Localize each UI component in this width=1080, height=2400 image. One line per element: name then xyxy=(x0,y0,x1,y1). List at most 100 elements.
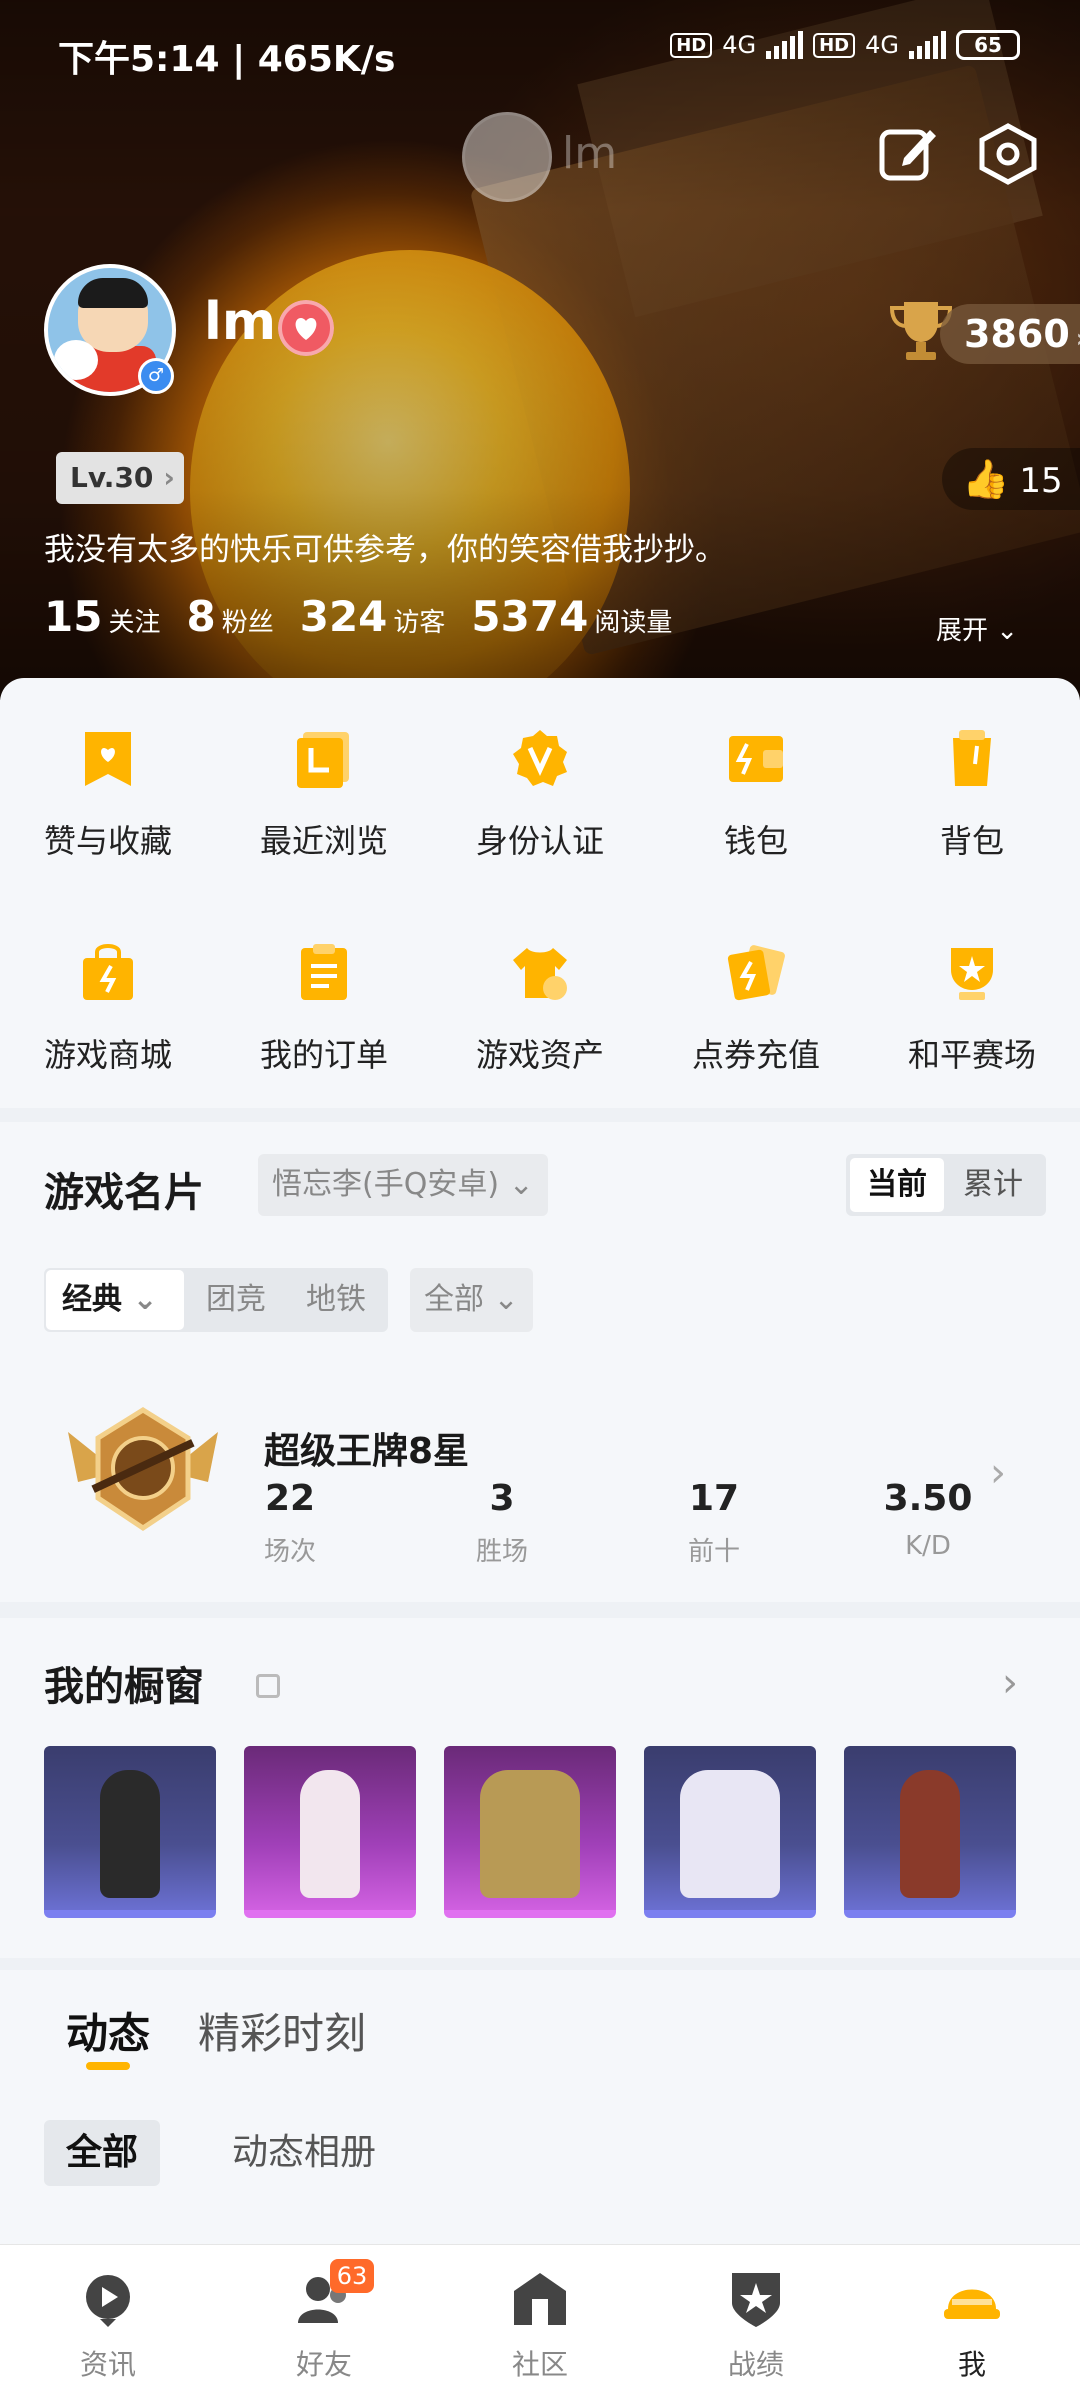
chevron-right-icon: › xyxy=(1076,324,1080,354)
showcase-title: 我的橱窗 xyxy=(44,1664,204,1710)
showcase-section: 我的橱窗 › xyxy=(0,1618,1080,1958)
chevron-right-icon[interactable]: › xyxy=(1002,1660,1018,1706)
male-gender-icon: ♂ xyxy=(138,358,174,394)
following-label[interactable]: 关注 xyxy=(108,602,160,639)
stat-top10: 17 前十 xyxy=(687,1478,740,1567)
stat-wins: 3 胜场 xyxy=(475,1478,528,1567)
edit-icon[interactable] xyxy=(876,122,940,186)
tab-community[interactable]: 社区 xyxy=(432,2269,648,2383)
tab-highlights[interactable]: 精彩时刻 xyxy=(198,2000,366,2061)
feed-section: 动态 精彩时刻 全部 动态相册 xyxy=(0,1970,1080,2246)
game-card-section: 游戏名片 悟忘李(手Q安卓) ⌄ 当前 累计 经典 ⌄ 团竞 地铁 全部 ⌄ 超… xyxy=(0,1122,1080,1602)
outfit-icon xyxy=(513,948,567,1000)
following-count[interactable]: 15 xyxy=(44,592,102,641)
chip-all[interactable]: 全部 xyxy=(44,2120,161,2186)
chevron-down-icon: ⌄ xyxy=(996,616,1019,646)
menu-wallet[interactable]: 钱包 xyxy=(648,728,864,862)
menu-recent-views[interactable]: 最近浏览 xyxy=(216,728,432,862)
header-mini-avatar xyxy=(462,112,552,202)
tab-records[interactable]: 战绩 xyxy=(648,2269,864,2383)
thumbs-up-icon: 👍 xyxy=(962,457,1010,501)
chevron-down-icon: ⌄ xyxy=(508,1167,534,1202)
mode-metro[interactable]: 地铁 xyxy=(306,1270,366,1330)
record-shield-icon xyxy=(732,2273,780,2327)
arena-cup-icon xyxy=(951,948,993,1000)
showcase-item[interactable] xyxy=(44,1746,216,1918)
scope-dropdown[interactable]: 全部 ⌄ xyxy=(410,1268,533,1332)
stats-period-toggle: 当前 累计 xyxy=(846,1154,1046,1216)
chip-album[interactable]: 动态相册 xyxy=(210,2120,398,2186)
visitors-count[interactable]: 324 xyxy=(300,592,388,641)
menu-likes-favorites[interactable]: 赞与收藏 xyxy=(0,728,216,862)
menu-my-orders[interactable]: 我的订单 xyxy=(216,942,432,1076)
chevron-right-icon: › xyxy=(163,461,175,494)
mode-selector: 经典 ⌄ 团竞 地铁 xyxy=(44,1268,388,1332)
expand-button[interactable]: 展开 ⌄ xyxy=(936,610,1018,647)
showcase-item[interactable] xyxy=(844,1746,1016,1918)
menu-identity-verify[interactable]: 身份认证 xyxy=(432,728,648,862)
followers-count[interactable]: 8 xyxy=(186,592,215,641)
stat-matches: 22 场次 xyxy=(263,1478,316,1567)
visitors-label[interactable]: 访客 xyxy=(393,602,445,639)
network-type: 4G xyxy=(722,31,757,59)
mode-classic[interactable]: 经典 ⌄ xyxy=(46,1270,184,1330)
community-house-icon xyxy=(514,2273,566,2325)
tab-friends[interactable]: 好友 xyxy=(216,2269,432,2383)
status-icons: HD 4G HD 4G 65 xyxy=(670,30,1020,60)
coupon-icon xyxy=(727,945,785,1001)
chevron-down-icon: ⌄ xyxy=(132,1282,158,1317)
hd-icon: HD xyxy=(813,32,856,58)
stat-kd: 3.50 K/D xyxy=(883,1478,973,1561)
tab-current[interactable]: 当前 xyxy=(850,1158,944,1212)
wallet-icon xyxy=(729,736,783,782)
menu-coupon-recharge[interactable]: 点券充值 xyxy=(648,942,864,1076)
settings-hexagon-icon[interactable] xyxy=(976,122,1040,186)
helmet-icon xyxy=(944,2289,1000,2319)
backpack-icon xyxy=(953,730,991,786)
showcase-item[interactable] xyxy=(644,1746,816,1918)
menu-game-store[interactable]: 游戏商城 xyxy=(0,942,216,1076)
tab-total[interactable]: 累计 xyxy=(946,1158,1040,1212)
profile-stats: 15 关注 8 粉丝 324 访客 5374 阅读量 xyxy=(44,592,698,641)
likes-counter[interactable]: 👍 15 xyxy=(942,448,1080,510)
menu-backpack[interactable]: 背包 xyxy=(864,728,1080,862)
level-badge[interactable]: Lv.30 › xyxy=(56,452,184,504)
bookmark-heart-icon xyxy=(85,732,131,786)
status-bar: 下午5:14 | 465K/s HD 4G HD 4G 65 xyxy=(0,0,1080,100)
rank-emblem-icon xyxy=(68,1407,218,1532)
battery-icon: 65 xyxy=(956,30,1020,60)
username: lm xyxy=(204,292,277,352)
shopping-bag-icon xyxy=(83,944,133,1000)
menu-game-assets[interactable]: 游戏资产 xyxy=(432,942,648,1076)
verified-v-icon xyxy=(513,730,567,786)
bottom-tab-bar: 资讯 好友 63 社区 战绩 我 xyxy=(0,2244,1080,2400)
account-dropdown[interactable]: 悟忘李(手Q安卓) ⌄ xyxy=(258,1154,548,1216)
chevron-down-icon: ⌄ xyxy=(493,1282,519,1317)
menu-grid: 赞与收藏 最近浏览 身份认证 钱包 背包 游戏商城 我的订单 游戏资产 点券充值… xyxy=(0,678,1080,1108)
header-mini-name: lm xyxy=(562,128,618,179)
followers-label[interactable]: 粉丝 xyxy=(222,602,274,639)
signal-icon xyxy=(766,31,804,59)
reads-count: 5374 xyxy=(471,592,589,641)
network-type: 4G xyxy=(865,31,899,59)
bio-text: 我没有太多的快乐可供参考，你的笑容借我抄抄。 xyxy=(44,532,726,568)
rank-name: 超级王牌8星 xyxy=(264,1431,470,1472)
status-time: 下午5:14 | 465K/s xyxy=(58,39,396,80)
hd-icon: HD xyxy=(670,32,713,58)
friends-unread-badge: 63 xyxy=(330,2259,374,2293)
tab-me[interactable]: 我 xyxy=(864,2269,1080,2383)
lock-icon xyxy=(256,1674,280,1698)
news-play-icon xyxy=(86,2275,130,2327)
reads-label: 阅读量 xyxy=(594,608,673,638)
mode-team-deathmatch[interactable]: 团竞 xyxy=(206,1270,266,1330)
score-badge[interactable]: 3860› xyxy=(940,304,1080,364)
menu-peace-arena[interactable]: 和平赛场 xyxy=(864,942,1080,1076)
chevron-right-icon[interactable]: › xyxy=(990,1450,1006,1496)
tab-posts[interactable]: 动态 xyxy=(66,2000,150,2061)
heart-badge-icon[interactable] xyxy=(278,300,334,356)
showcase-item[interactable] xyxy=(444,1746,616,1918)
tab-news[interactable]: 资讯 xyxy=(0,2269,216,2383)
active-tab-indicator xyxy=(86,2062,130,2070)
game-card-title: 游戏名片 xyxy=(44,1170,204,1216)
showcase-item[interactable] xyxy=(244,1746,416,1918)
